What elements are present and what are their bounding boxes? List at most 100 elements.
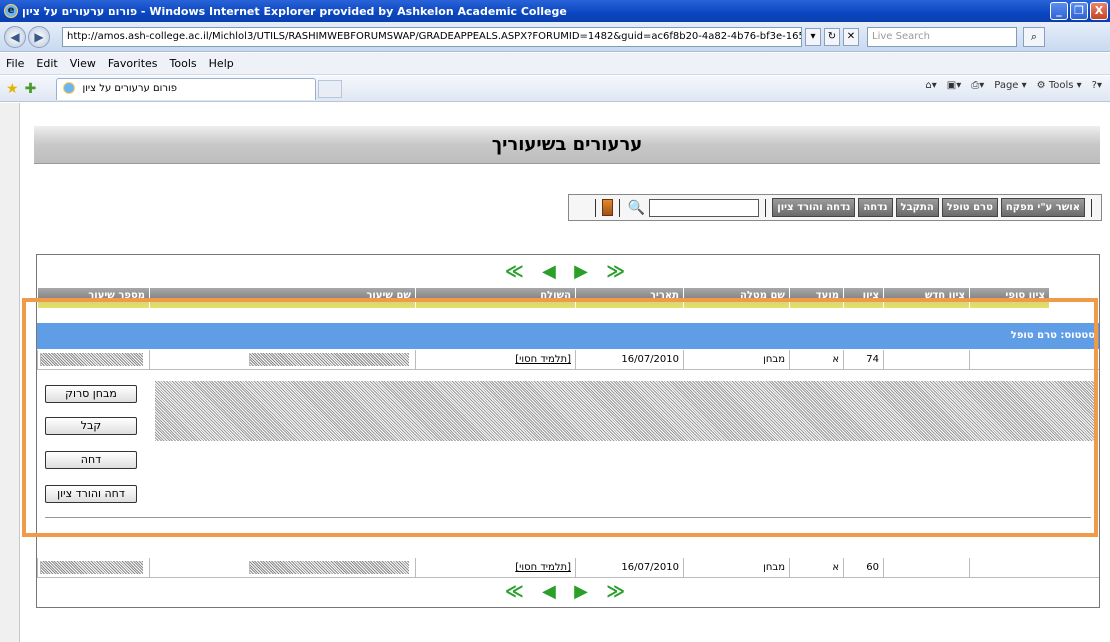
tab-forum[interactable]: פורום ערעורים על ציון [56, 77, 317, 100]
exit-door-icon[interactable] [602, 199, 614, 216]
col-term[interactable]: מועד [789, 288, 843, 308]
menu-view[interactable]: View [70, 57, 96, 70]
cell-new-grade [883, 350, 969, 369]
minimize-button[interactable]: _ [1050, 2, 1068, 20]
new-tab-button[interactable] [318, 79, 343, 98]
command-bar: ⌂▾ ▣▾ ⎙▾ Page ▾ ⚙ Tools ▾ ?▾ [925, 80, 1102, 91]
pager-top[interactable]: ≪ ◀ ▶ ≫ [37, 261, 1099, 282]
cell-new-grade [883, 558, 969, 577]
favorites-star-icon[interactable]: ★ [6, 81, 19, 97]
cell-term: א [789, 350, 843, 369]
search-icon[interactable]: 🔍 [626, 198, 646, 218]
divider [45, 517, 1091, 518]
toolbar-search-input[interactable] [649, 198, 760, 217]
cell-sender[interactable]: [תלמיד חסוי] [415, 558, 575, 577]
cell-term: א [789, 558, 843, 577]
appeal-detail-panel: מבחן סרוק קבל דחה דחה והורד ציון [37, 373, 1099, 533]
col-date[interactable]: תאריך [575, 288, 683, 308]
filter-pending-button[interactable]: טרם טופל [941, 198, 998, 217]
reject-button[interactable]: דחה [45, 451, 137, 469]
redacted-block [249, 353, 409, 366]
menu-file[interactable]: File [6, 57, 24, 70]
col-grade[interactable]: ציון [843, 288, 883, 308]
close-button[interactable]: X [1090, 2, 1108, 20]
col-sender[interactable]: השולח [415, 288, 575, 308]
cell-task-name: מבחן [683, 558, 789, 577]
table-row[interactable]: [תלמיד חסוי] 16/07/2010 מבחן א 74 [37, 350, 1099, 370]
cell-date: 16/07/2010 [575, 350, 683, 369]
menu-edit[interactable]: Edit [36, 57, 57, 70]
col-final-grade[interactable]: ציון סופי [969, 288, 1049, 308]
ie-logo-icon: e [4, 4, 18, 18]
window-title: פורום ערעורים על ציון - Windows Internet… [22, 4, 567, 18]
appeals-grid: ≪ ◀ ▶ ≫ מספר שיעור שם שיעור השולח תאריך … [36, 254, 1100, 608]
menu-tools[interactable]: Tools [170, 57, 197, 70]
grid-header: מספר שיעור שם שיעור השולח תאריך שם מטלה … [37, 288, 1099, 308]
toolbar-separator [595, 198, 597, 217]
toolbar-separator [1091, 198, 1092, 217]
redacted-appeal-text [155, 381, 1095, 441]
toolbar-separator [619, 198, 621, 217]
feeds-icon[interactable]: ▣▾ [947, 80, 961, 91]
filter-accepted-button[interactable]: התקבל [895, 198, 939, 217]
tab-label: פורום ערעורים על ציון [82, 82, 177, 94]
cell-lesson-name [149, 558, 415, 577]
tools-menu[interactable]: ⚙ Tools ▾ [1037, 80, 1082, 91]
reject-lower-grade-button[interactable]: דחה והורד ציון [45, 485, 137, 503]
help-icon[interactable]: ?▾ [1092, 80, 1102, 91]
cell-final-grade [969, 350, 1049, 369]
col-task-name[interactable]: שם מטלה [683, 288, 789, 308]
search-icon[interactable]: ⌕ [1023, 26, 1045, 47]
col-lesson-number[interactable]: מספר שיעור [37, 288, 149, 308]
menu-favorites[interactable]: Favorites [108, 57, 158, 70]
left-scroll-rail [0, 103, 20, 642]
window-controls: _ ❐ X [1050, 2, 1108, 20]
page-title: ערעורים בשיעוריך [34, 126, 1100, 164]
refresh-icon[interactable]: ↻ [824, 27, 840, 46]
url-input[interactable]: http://amos.ash-college.ac.il/Michlol3/U… [62, 26, 802, 47]
pager-bottom[interactable]: ≪ ◀ ▶ ≫ [37, 581, 1099, 602]
filter-rejected-lowered-button[interactable]: נדחה והורד ציון [772, 198, 856, 217]
cell-task-name: מבחן [683, 350, 789, 369]
back-button[interactable]: ◀ [4, 25, 26, 48]
cell-sender[interactable]: [תלמיד חסוי] [415, 350, 575, 369]
add-favorite-icon[interactable]: ✚ [25, 81, 37, 97]
redacted-block [249, 561, 409, 574]
menu-bar: File Edit View Favorites Tools Help [0, 53, 1110, 75]
cell-date: 16/07/2010 [575, 558, 683, 577]
live-search-input[interactable]: Live Search [867, 26, 1017, 47]
cell-grade: 60 [843, 558, 883, 577]
address-bar: ◀ ▶ http://amos.ash-college.ac.il/Michlo… [0, 22, 1110, 52]
filter-approved-button[interactable]: אושר ע"י מפקח [1000, 198, 1085, 217]
sender-link[interactable]: [תלמיד חסוי] [515, 562, 571, 573]
window-titlebar: e פורום ערעורים על ציון - Windows Intern… [0, 0, 1110, 22]
page-menu-label: Page [994, 80, 1019, 91]
page-content: ערעורים בשיעוריך אושר ע"י מפקח טרם טופל … [20, 103, 1110, 642]
scanned-exam-button[interactable]: מבחן סרוק [45, 385, 137, 403]
cell-lesson-number [37, 558, 149, 577]
tab-ie-icon [63, 81, 76, 94]
print-icon[interactable]: ⎙▾ [971, 80, 984, 91]
accept-button[interactable]: קבל [45, 417, 137, 435]
maximize-button[interactable]: ❐ [1070, 2, 1088, 20]
stop-icon[interactable]: ✕ [843, 27, 859, 46]
redacted-block [40, 353, 143, 366]
col-new-grade[interactable]: ציון חדש [883, 288, 969, 308]
tools-menu-label: Tools [1048, 80, 1074, 91]
url-dropdown-button[interactable]: ▾ [805, 27, 821, 46]
tabs-bar: ★ ✚ פורום ערעורים על ציון ⌂▾ ▣▾ ⎙▾ Page … [0, 76, 1110, 102]
sender-link[interactable]: [תלמיד חסוי] [515, 354, 571, 365]
cell-lesson-number [37, 350, 149, 369]
cell-grade: 74 [843, 350, 883, 369]
col-lesson-name[interactable]: שם שיעור [149, 288, 415, 308]
home-icon[interactable]: ⌂▾ [925, 80, 936, 91]
table-row[interactable]: [תלמיד חסוי] 16/07/2010 מבחן א 60 [37, 558, 1099, 578]
filter-rejected-button[interactable]: נדחה [858, 198, 893, 217]
page-menu[interactable]: Page ▾ [994, 80, 1026, 91]
menu-help[interactable]: Help [209, 57, 234, 70]
cell-final-grade [969, 558, 1049, 577]
forward-button[interactable]: ▶ [28, 25, 50, 48]
toolbar-separator [765, 198, 767, 217]
redacted-block [40, 561, 143, 574]
filter-toolbar: אושר ע"י מפקח טרם טופל התקבל נדחה נדחה ו… [568, 194, 1102, 221]
